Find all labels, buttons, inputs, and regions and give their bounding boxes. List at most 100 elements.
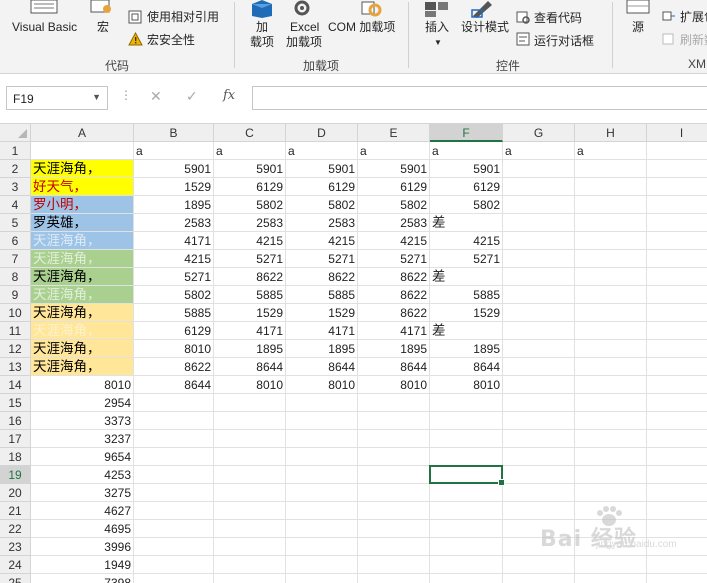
cell-e4[interactable]: 5802	[358, 196, 430, 214]
cell-e25[interactable]	[358, 574, 430, 583]
cell-b10[interactable]: 5885	[134, 304, 214, 322]
row-header-10[interactable]: 10	[0, 304, 31, 322]
cell-c10[interactable]: 1529	[214, 304, 286, 322]
row-header-4[interactable]: 4	[0, 196, 31, 214]
row-header-24[interactable]: 24	[0, 556, 31, 574]
cell-e12[interactable]: 1895	[358, 340, 430, 358]
cell-a11[interactable]: 天涯海角，	[31, 322, 134, 340]
chevron-down-icon[interactable]: ▼	[92, 92, 101, 102]
cell-h7[interactable]	[575, 250, 647, 268]
cell-c1[interactable]: a	[214, 142, 286, 160]
cell-h11[interactable]	[575, 322, 647, 340]
cell-h17[interactable]	[575, 430, 647, 448]
cell-b20[interactable]	[134, 484, 214, 502]
macro-security-button[interactable]: 宏安全性	[147, 33, 195, 47]
cell-i9[interactable]	[647, 286, 707, 304]
cell-c25[interactable]	[214, 574, 286, 583]
cell-g18[interactable]	[503, 448, 575, 466]
cell-a14[interactable]: 8010	[31, 376, 134, 394]
cell-c14[interactable]: 8010	[214, 376, 286, 394]
cell-d7[interactable]: 5271	[286, 250, 358, 268]
excel-addins-button-line1[interactable]: Excel	[290, 20, 319, 34]
cell-e23[interactable]	[358, 538, 430, 556]
cell-i1[interactable]	[647, 142, 707, 160]
cell-f12[interactable]: 1895	[430, 340, 503, 358]
cell-i10[interactable]	[647, 304, 707, 322]
cell-i14[interactable]	[647, 376, 707, 394]
row-header-7[interactable]: 7	[0, 250, 31, 268]
cell-c13[interactable]: 8644	[214, 358, 286, 376]
cell-h13[interactable]	[575, 358, 647, 376]
cell-h9[interactable]	[575, 286, 647, 304]
cell-c20[interactable]	[214, 484, 286, 502]
column-header-h[interactable]: H	[575, 124, 647, 142]
cell-c6[interactable]: 4215	[214, 232, 286, 250]
cell-e8[interactable]: 8622	[358, 268, 430, 286]
cell-a7[interactable]: 天涯海角，	[31, 250, 134, 268]
row-header-16[interactable]: 16	[0, 412, 31, 430]
row-header-9[interactable]: 9	[0, 286, 31, 304]
column-header-a[interactable]: A	[31, 124, 134, 142]
column-header-e[interactable]: E	[358, 124, 430, 142]
cell-f8[interactable]: 差	[430, 268, 503, 286]
cell-d6[interactable]: 4215	[286, 232, 358, 250]
cell-d11[interactable]: 4171	[286, 322, 358, 340]
cell-e9[interactable]: 8622	[358, 286, 430, 304]
cell-f16[interactable]	[430, 412, 503, 430]
cell-c21[interactable]	[214, 502, 286, 520]
cell-b13[interactable]: 8622	[134, 358, 214, 376]
cell-f17[interactable]	[430, 430, 503, 448]
cell-h20[interactable]	[575, 484, 647, 502]
cell-b24[interactable]	[134, 556, 214, 574]
cell-i16[interactable]	[647, 412, 707, 430]
cell-d18[interactable]	[286, 448, 358, 466]
cell-a12[interactable]: 天涯海角，	[31, 340, 134, 358]
column-header-b[interactable]: B	[134, 124, 214, 142]
cell-d10[interactable]: 1529	[286, 304, 358, 322]
cell-g8[interactable]	[503, 268, 575, 286]
cell-f22[interactable]	[430, 520, 503, 538]
insert-control-button[interactable]: 插入	[425, 20, 449, 34]
cell-e16[interactable]	[358, 412, 430, 430]
cell-g20[interactable]	[503, 484, 575, 502]
row-header-13[interactable]: 13	[0, 358, 31, 376]
cell-d21[interactable]	[286, 502, 358, 520]
cell-c24[interactable]	[214, 556, 286, 574]
cell-c9[interactable]: 5885	[214, 286, 286, 304]
cell-d3[interactable]: 6129	[286, 178, 358, 196]
cell-i13[interactable]	[647, 358, 707, 376]
cell-e6[interactable]: 4215	[358, 232, 430, 250]
cell-i4[interactable]	[647, 196, 707, 214]
cell-g1[interactable]: a	[503, 142, 575, 160]
cell-i19[interactable]	[647, 466, 707, 484]
macro-icon[interactable]	[88, 0, 114, 14]
cell-a18[interactable]: 9654	[31, 448, 134, 466]
cell-e1[interactable]: a	[358, 142, 430, 160]
cell-d17[interactable]	[286, 430, 358, 448]
cell-h2[interactable]	[575, 160, 647, 178]
row-header-1[interactable]: 1	[0, 142, 31, 160]
source-icon[interactable]	[626, 0, 650, 14]
cell-g16[interactable]	[503, 412, 575, 430]
cell-b5[interactable]: 2583	[134, 214, 214, 232]
cell-d19[interactable]	[286, 466, 358, 484]
cell-d14[interactable]: 8010	[286, 376, 358, 394]
cell-i15[interactable]	[647, 394, 707, 412]
enter-icon[interactable]: ✓	[186, 88, 198, 105]
cell-g19[interactable]	[503, 466, 575, 484]
cell-f25[interactable]	[430, 574, 503, 583]
cell-a21[interactable]: 4627	[31, 502, 134, 520]
cell-c23[interactable]	[214, 538, 286, 556]
cell-e5[interactable]: 2583	[358, 214, 430, 232]
cell-g6[interactable]	[503, 232, 575, 250]
cell-b21[interactable]	[134, 502, 214, 520]
cell-d24[interactable]	[286, 556, 358, 574]
cell-g10[interactable]	[503, 304, 575, 322]
addins-icon[interactable]	[249, 0, 275, 18]
cell-e3[interactable]: 6129	[358, 178, 430, 196]
cell-i8[interactable]	[647, 268, 707, 286]
cell-a1[interactable]	[31, 142, 134, 160]
cell-e11[interactable]: 4171	[358, 322, 430, 340]
cell-b2[interactable]: 5901	[134, 160, 214, 178]
cell-a19[interactable]: 4253	[31, 466, 134, 484]
